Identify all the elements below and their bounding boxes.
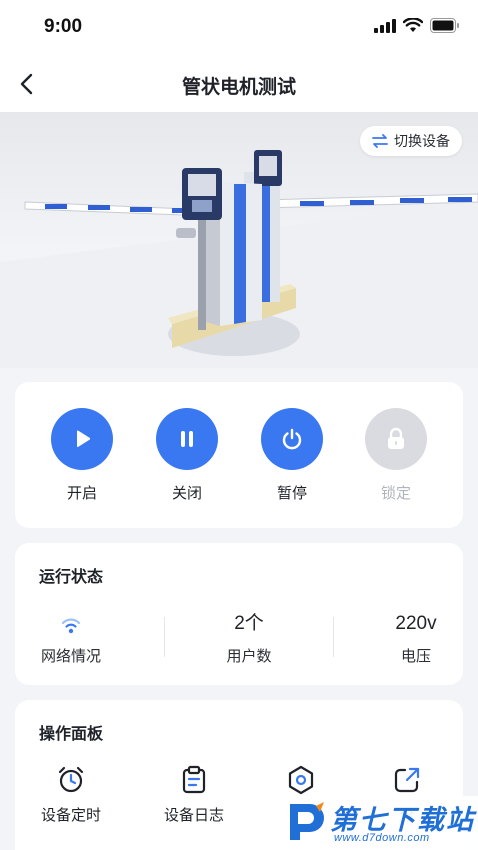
open-button-circle[interactable] bbox=[51, 408, 113, 470]
network-label: 网络情况 bbox=[40, 648, 101, 665]
signal-icon bbox=[374, 18, 396, 33]
pause-button[interactable]: 暂停 bbox=[261, 408, 323, 503]
close-button[interactable]: 关闭 bbox=[156, 408, 218, 503]
wifi-icon bbox=[403, 18, 423, 32]
operation-panel-title: 操作面板 bbox=[39, 726, 104, 743]
pause-button-label: 暂停 bbox=[276, 485, 307, 502]
voltage-label: 电压 bbox=[400, 648, 431, 665]
voltage-value: 220v bbox=[395, 613, 437, 634]
page-title: 管状电机测试 bbox=[181, 77, 296, 98]
alarm-clock-icon bbox=[58, 766, 84, 793]
users-value: 2个 bbox=[234, 613, 264, 634]
status-icons bbox=[374, 18, 460, 33]
lock-button-label: 锁定 bbox=[380, 485, 411, 502]
settings-hexagon-icon bbox=[288, 765, 314, 795]
clipboard-icon bbox=[182, 765, 206, 794]
lock-button[interactable]: 锁定 bbox=[365, 408, 427, 503]
switch-device-label: 切换设备 bbox=[394, 133, 450, 149]
network-stat: 网络情况 bbox=[11, 611, 131, 666]
timer-item[interactable]: 设备定时 bbox=[26, 764, 116, 825]
run-status-card: 运行状态 网络情况 2个 用户数 220v 电压 bbox=[15, 543, 463, 685]
open-button-label: 开启 bbox=[66, 485, 97, 502]
swap-arrows-icon bbox=[372, 134, 388, 148]
status-bar: 9:00 bbox=[0, 0, 478, 56]
users-stat: 2个 用户数 bbox=[189, 611, 309, 666]
share-icon bbox=[394, 767, 420, 793]
switch-device-button[interactable]: 切换设备 bbox=[360, 126, 462, 156]
open-button[interactable]: 开启 bbox=[51, 408, 113, 503]
log-label: 设备日志 bbox=[163, 807, 224, 824]
log-item[interactable]: 设备日志 bbox=[149, 764, 239, 825]
stat-divider bbox=[164, 617, 165, 657]
controls-card: 开启 关闭 暂停 锁定 bbox=[15, 382, 463, 528]
watermark-url: www.d7down.com bbox=[334, 832, 430, 844]
pause-icon bbox=[181, 431, 193, 447]
users-label: 用户数 bbox=[226, 648, 272, 665]
status-time: 9:00 bbox=[44, 16, 83, 37]
stat-divider bbox=[333, 617, 334, 657]
lock-button-circle[interactable] bbox=[365, 408, 427, 470]
run-status-title: 运行状态 bbox=[39, 569, 104, 586]
watermark: 第七下载站 www.d7down.com bbox=[278, 796, 478, 850]
lock-icon bbox=[388, 427, 404, 449]
device-hero: 切换设备 bbox=[0, 112, 478, 368]
power-icon bbox=[282, 428, 302, 450]
timer-label: 设备定时 bbox=[40, 807, 101, 824]
close-button-circle[interactable] bbox=[156, 408, 218, 470]
voltage-stat: 220v 电压 bbox=[356, 611, 476, 666]
watermark-logo bbox=[290, 802, 324, 840]
close-button-label: 关闭 bbox=[171, 485, 202, 502]
wifi-signal-icon bbox=[61, 618, 81, 634]
nav-bar: 管状电机测试 bbox=[0, 56, 478, 112]
network-value bbox=[11, 611, 131, 637]
pause-button-circle[interactable] bbox=[261, 408, 323, 470]
play-icon bbox=[77, 430, 91, 448]
battery-icon bbox=[430, 18, 459, 33]
